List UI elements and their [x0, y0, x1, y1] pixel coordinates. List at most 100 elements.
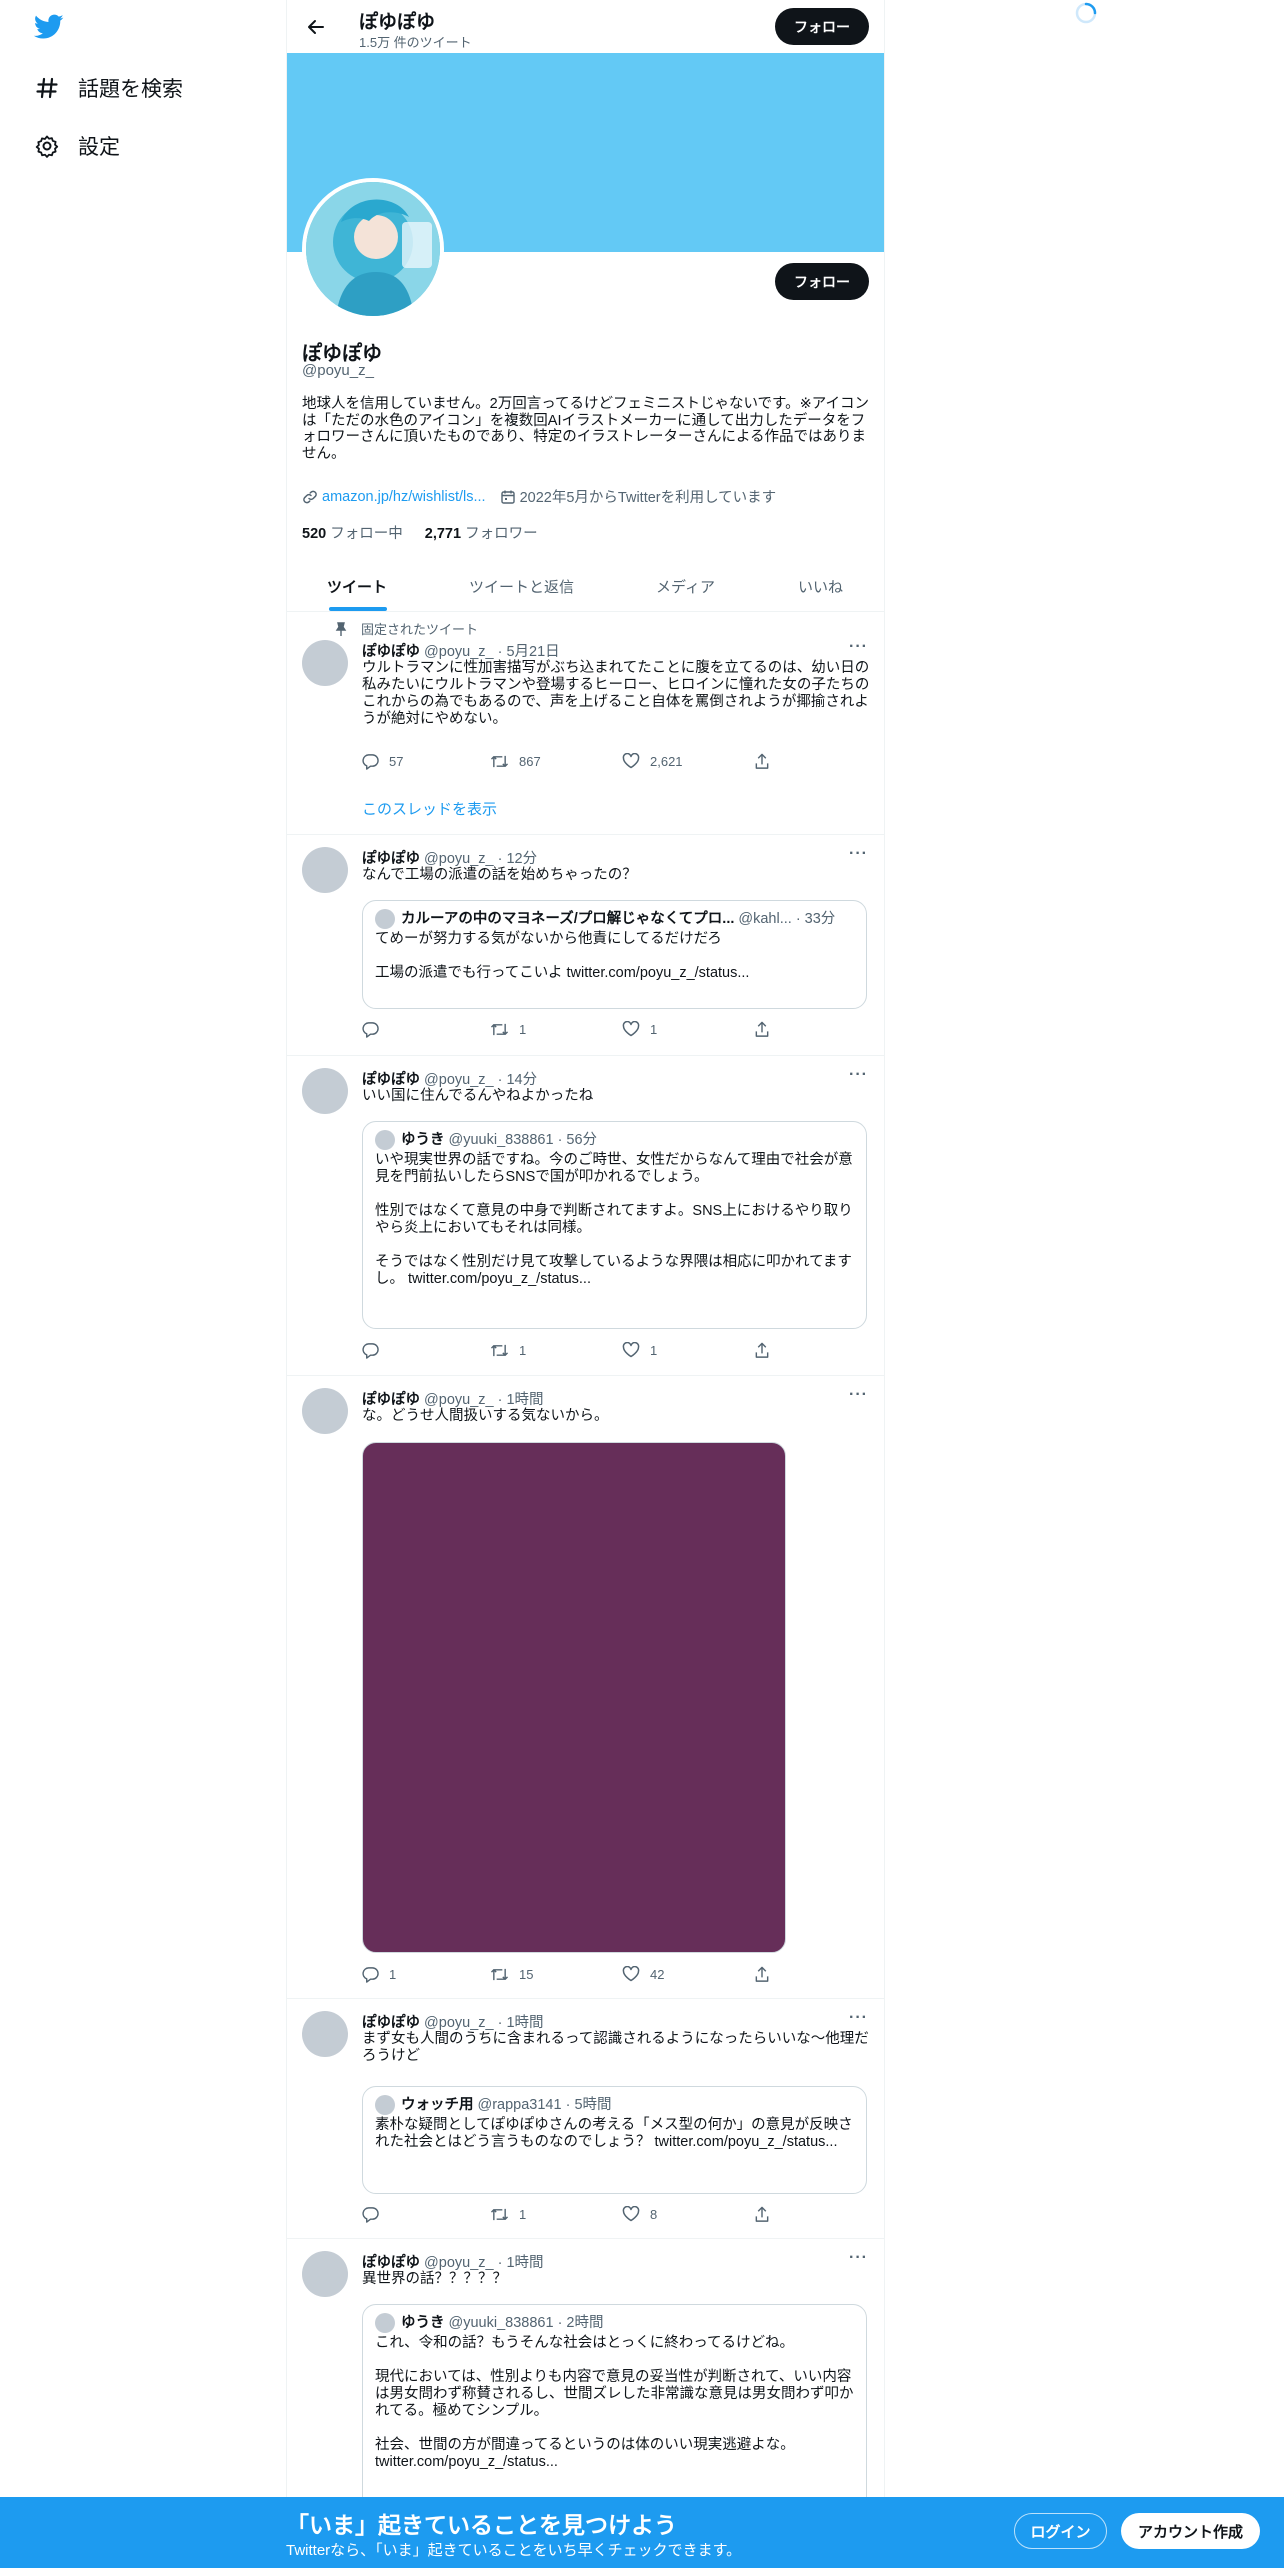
quoted-tweet-header: ゆうき @yuuki_838861 · 56分	[375, 1130, 854, 1150]
more-options-icon[interactable]: ···	[849, 638, 868, 656]
quoted-tweet[interactable]: ゆうき @yuuki_838861 · 56分 いや現実世界の話ですね。今のご時世…	[362, 1121, 867, 1329]
share-button[interactable]	[754, 1966, 780, 1983]
like-button[interactable]: 2,621	[622, 753, 683, 769]
share-button[interactable]	[754, 753, 780, 770]
following-label: フォロー中	[330, 526, 403, 542]
quoted-avatar	[375, 2313, 395, 2333]
profile-follow-button[interactable]: フォロー	[775, 263, 869, 300]
tweet[interactable]: ぽゆぽゆ @poyu_z_ · 1時間 ··· まず女も人間のうちに含まれるって…	[287, 1999, 884, 2239]
share-icon	[755, 1966, 769, 1982]
tweet-time[interactable]: · 1時間	[498, 2015, 544, 2031]
like-button[interactable]: 1	[622, 1342, 657, 1358]
header-follow-button[interactable]: フォロー	[775, 8, 869, 45]
reply-count: 57	[389, 754, 404, 769]
tweet-author-handle: @poyu_z_	[424, 2255, 494, 2271]
quoted-author-handle: @kahl...	[738, 910, 792, 927]
profile-link[interactable]: amazon.jp/hz/wishlist/ls...	[322, 489, 486, 505]
tweet-author-name[interactable]: ぽゆぽゆ	[362, 1392, 420, 1408]
more-options-icon[interactable]: ···	[849, 2249, 868, 2267]
nav-settings[interactable]: 設定	[34, 131, 120, 161]
tweet-media-image[interactable]	[362, 1442, 786, 1953]
retweet-icon	[490, 1023, 509, 1036]
nav-explore-label: 話題を検索	[78, 78, 183, 101]
reply-button[interactable]: 57	[362, 753, 403, 770]
share-button[interactable]	[754, 2206, 780, 2223]
tweet-header: ぽゆぽゆ @poyu_z_ · 1時間	[362, 2251, 544, 2272]
more-options-icon[interactable]: ···	[849, 1386, 868, 1404]
more-options-icon[interactable]: ···	[849, 1066, 868, 1084]
avatar[interactable]	[302, 2251, 348, 2297]
signup-button[interactable]: アカウント作成	[1121, 2513, 1260, 2549]
reply-button[interactable]	[362, 1342, 389, 1359]
followers-link[interactable]: 2,771 フォロワー	[425, 526, 538, 542]
retweet-button[interactable]: 1	[490, 1342, 526, 1359]
avatar[interactable]	[302, 1068, 348, 1114]
like-button[interactable]: 42	[622, 1966, 664, 1982]
retweet-button[interactable]: 1	[490, 1021, 526, 1038]
quoted-tweet[interactable]: カルーアの中のマヨネーズ/プロ解じゃなくてプロ... @kahl... · 33分…	[362, 900, 867, 1009]
tweet-author-handle: @poyu_z_	[424, 1392, 494, 1408]
tweet-author-name[interactable]: ぽゆぽゆ	[362, 2255, 420, 2271]
tweet-pinned[interactable]: 固定されたツイート ぽゆぽゆ @poyu_z_ · 5月21日 ··· ウルトラ…	[287, 612, 884, 835]
tweet-text: いい国に住んでるんやねよかったね	[362, 1088, 594, 1104]
tweet-author-name[interactable]: ぽゆぽゆ	[362, 1072, 420, 1088]
tweet-actions: 57 867 2,621	[362, 753, 782, 773]
avatar[interactable]	[302, 2011, 348, 2057]
twitter-logo-icon[interactable]	[33, 14, 64, 44]
tweet[interactable]: ぽゆぽゆ @poyu_z_ · 1時間 ··· な。どうせ人間扱いする気ないから…	[287, 1376, 884, 1999]
main-column: ぽゆぽゆ 1.5万 件のツイート フォロー フォロー ぽゆぽゆ @poyu_z_…	[286, 0, 885, 2568]
tweet-time[interactable]: · 1時間	[498, 1392, 544, 1408]
tweet[interactable]: ぽゆぽゆ @poyu_z_ · 14分 ··· いい国に住んでるんやねよかったね…	[287, 1056, 884, 1376]
following-link[interactable]: 520 フォロー中	[302, 526, 403, 542]
avatar[interactable]	[302, 640, 348, 686]
retweet-button[interactable]: 867	[490, 753, 541, 770]
tweet-text: 異世界の話？？？？？	[362, 2271, 507, 2287]
reply-button[interactable]	[362, 2206, 389, 2223]
gear-icon	[34, 133, 60, 159]
tweet-author-name[interactable]: ぽゆぽゆ	[362, 851, 420, 867]
share-button[interactable]	[754, 1021, 780, 1038]
tab-media[interactable]: メディア	[656, 560, 715, 612]
profile-avatar[interactable]	[302, 178, 444, 320]
tweet-author-name[interactable]: ぽゆぽゆ	[362, 644, 420, 660]
tweet-author-name[interactable]: ぽゆぽゆ	[362, 2015, 420, 2031]
more-options-icon[interactable]: ···	[849, 845, 868, 863]
reply-button[interactable]	[362, 1021, 389, 1038]
tweet-time[interactable]: · 12分	[498, 851, 538, 867]
quoted-author-handle: @yuuki_838861	[448, 1131, 554, 1148]
like-button[interactable]: 8	[622, 2206, 657, 2222]
avatar[interactable]	[302, 847, 348, 893]
tab-tweets-and-replies[interactable]: ツイートと返信	[469, 560, 574, 612]
share-icon	[755, 1342, 769, 1358]
tab-likes[interactable]: いいね	[798, 560, 843, 612]
quoted-avatar	[375, 2095, 395, 2115]
retweet-button[interactable]: 1	[490, 2206, 526, 2223]
profile-joined-item: 2022年5月からTwitterを利用しています	[500, 486, 776, 507]
avatar[interactable]	[302, 1388, 348, 1434]
profile-link-item[interactable]: amazon.jp/hz/wishlist/ls...	[302, 489, 486, 505]
pin-icon	[335, 621, 347, 636]
share-button[interactable]	[754, 1342, 780, 1359]
tab-tweets[interactable]: ツイート	[327, 560, 387, 612]
tweet-time[interactable]: · 14分	[498, 1072, 538, 1088]
reply-icon	[362, 1343, 379, 1359]
quoted-author-name: ウォッチ用	[401, 2096, 474, 2113]
nav-explore[interactable]: 話題を検索	[34, 73, 183, 103]
back-arrow-icon[interactable]	[301, 12, 331, 42]
like-button[interactable]: 1	[622, 1021, 657, 1037]
retweet-button[interactable]: 15	[490, 1966, 533, 1983]
tweet-time[interactable]: · 5月21日	[498, 644, 560, 660]
quoted-tweet[interactable]: ウォッチ用 @rappa3141 · 5時間 素朴な疑問としてぽゆぽゆさんの考える…	[362, 2086, 867, 2194]
show-thread-link[interactable]: このスレッドを表示	[362, 798, 497, 819]
more-options-icon[interactable]: ···	[849, 2009, 868, 2027]
like-count: 2,621	[650, 753, 683, 769]
tweet-time[interactable]: · 1時間	[498, 2255, 544, 2271]
login-button[interactable]: ログイン	[1014, 2513, 1107, 2549]
quoted-author-name: ゆうき	[401, 1131, 445, 1148]
page-root: 話題を検索 設定 ぽゆぽゆ 1.5万 件のツイート フォロー フォロー ぽゆぽゆ…	[0, 0, 1284, 2568]
reply-button[interactable]: 1	[362, 1966, 396, 1983]
quoted-avatar	[375, 909, 395, 929]
like-count: 1	[650, 1021, 658, 1037]
quoted-tweet-text: 性別ではなくて意見の中身で判断されてますよ。SNS上におけるやり取りやら炎上にお…	[375, 1203, 853, 1236]
tweet[interactable]: ぽゆぽゆ @poyu_z_ · 12分 ··· なんで工場の派遣の話を始めちゃっ…	[287, 835, 884, 1056]
